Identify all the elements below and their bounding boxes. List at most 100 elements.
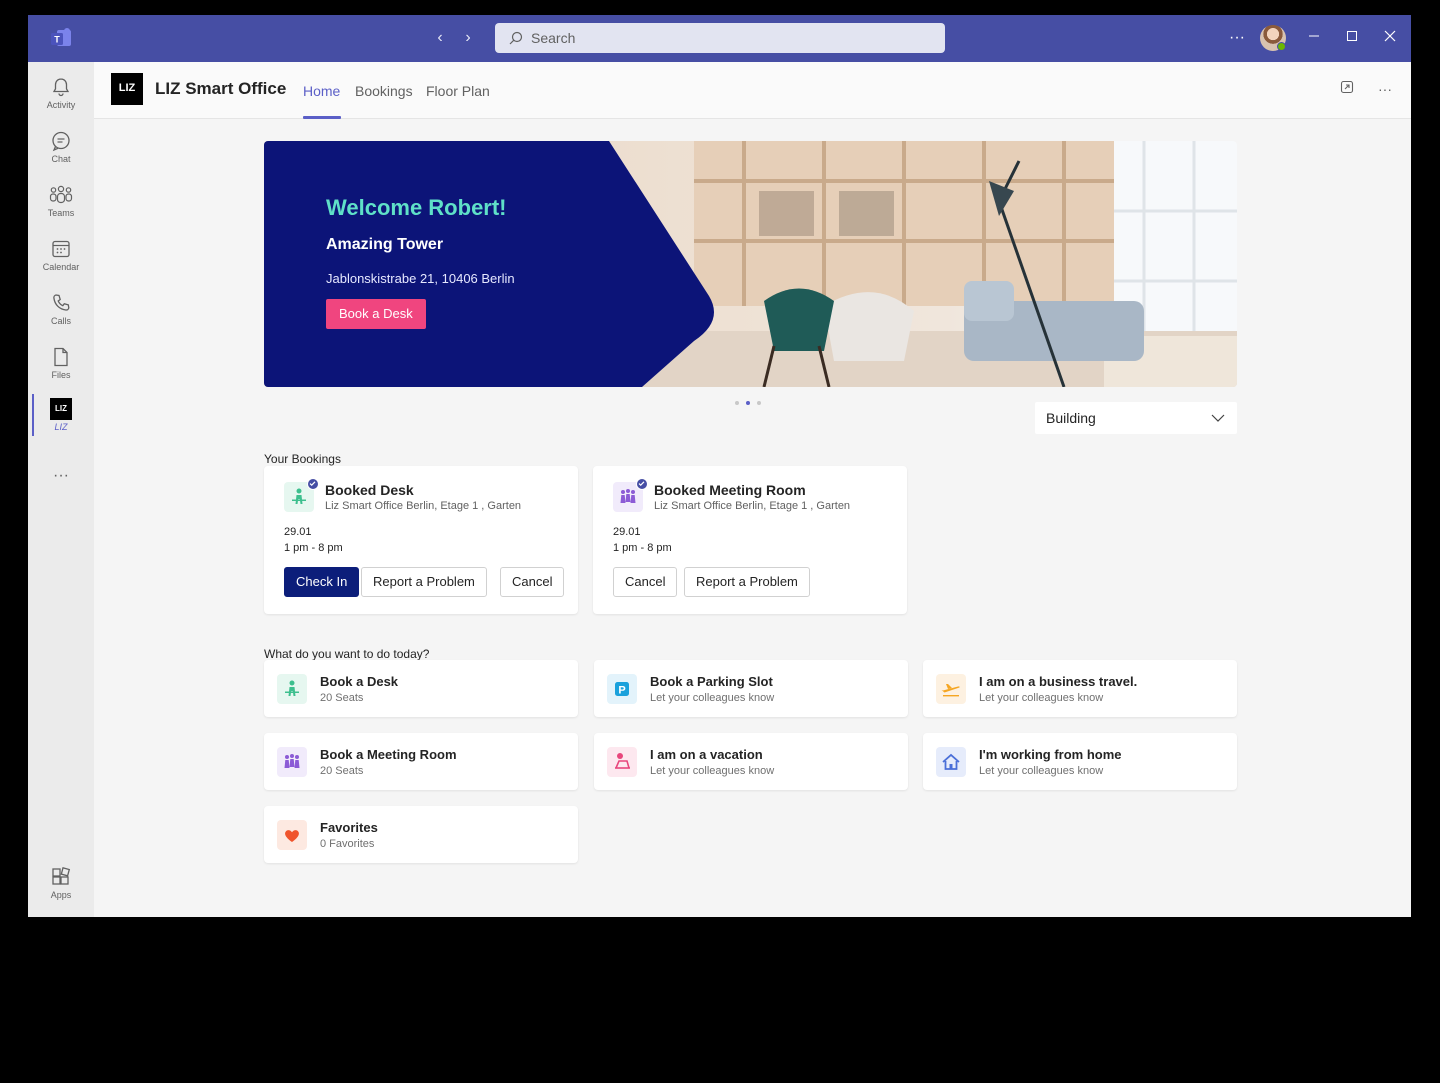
booking-time: 1 pm - 8 pm	[284, 542, 343, 554]
tab-floor-plan[interactable]: Floor Plan	[426, 83, 490, 99]
rail-item-label: Chat	[51, 154, 71, 164]
booking-location: Liz Smart Office Berlin, Etage 1 , Garte…	[654, 500, 851, 512]
action-subtitle: 0 Favorites	[320, 838, 375, 850]
action-working-from-home[interactable]: I'm working from home Let your colleague…	[923, 733, 1237, 790]
close-icon[interactable]	[1379, 27, 1401, 49]
action-subtitle: Let your colleagues know	[979, 765, 1104, 777]
action-book-parking[interactable]: P Book a Parking Slot Let your colleague…	[594, 660, 908, 717]
action-title: Book a Parking Slot	[650, 674, 773, 689]
booking-location: Liz Smart Office Berlin, Etage 1 , Garte…	[325, 500, 522, 512]
carousel-dot[interactable]	[757, 401, 761, 405]
tab-home[interactable]: Home	[303, 83, 340, 99]
search-placeholder: Search	[531, 30, 576, 46]
parking-icon: P	[607, 674, 637, 704]
search-input[interactable]: Search	[495, 23, 945, 53]
welcome-banner: Welcome Robert! Amazing Tower Jablonskis…	[264, 141, 1237, 387]
more-options-icon[interactable]: ···	[1226, 27, 1248, 49]
action-book-meeting-room[interactable]: Book a Meeting Room 20 Seats	[264, 733, 578, 790]
desk-person-icon	[277, 674, 307, 704]
rail-item-files[interactable]: Files	[28, 342, 94, 394]
more-options-icon[interactable]: ···	[1376, 80, 1394, 98]
maximize-icon[interactable]	[1341, 27, 1363, 49]
rail-item-apps[interactable]: Apps	[28, 862, 94, 914]
rail-item-teams[interactable]: Teams	[28, 180, 94, 232]
airplane-icon	[936, 674, 966, 704]
app-header: LIZ LIZ Smart Office Home Bookings Floor…	[94, 62, 1411, 119]
teams-people-icon	[49, 185, 73, 204]
meeting-room-icon	[277, 747, 307, 777]
carousel-dot[interactable]	[735, 401, 739, 405]
rail-item-calls[interactable]: Calls	[28, 288, 94, 340]
checkmark-badge-icon	[307, 478, 319, 490]
title-bar: T ‹ › Search ···	[28, 15, 1411, 62]
building-name: Amazing Tower	[326, 236, 444, 253]
teams-logo-icon[interactable]: T	[50, 28, 72, 48]
rail-item-activity[interactable]: Activity	[28, 72, 94, 124]
action-subtitle: Let your colleagues know	[650, 765, 775, 777]
rail-item-liz[interactable]: LIZ LIZ	[28, 394, 94, 446]
banner-panel	[264, 141, 714, 387]
rail-item-label: LIZ	[54, 422, 68, 432]
booking-time: 1 pm - 8 pm	[613, 542, 672, 554]
rail-item-label: Calls	[50, 316, 71, 326]
booked-meeting-room-card: Booked Meeting Room Liz Smart Office Ber…	[593, 466, 907, 614]
booked-desk-card: Booked Desk Liz Smart Office Berlin, Eta…	[264, 466, 578, 614]
building-dropdown[interactable]: Building	[1035, 402, 1237, 434]
rail-item-calendar[interactable]: Calendar	[28, 234, 94, 286]
action-favorites[interactable]: Favorites 0 Favorites	[264, 806, 578, 863]
action-business-travel[interactable]: I am on a business travel. Let your coll…	[923, 660, 1237, 717]
building-dropdown-value: Building	[1046, 410, 1096, 426]
cancel-button[interactable]: Cancel	[500, 567, 565, 597]
carousel-dot[interactable]	[746, 401, 750, 405]
heart-icon	[277, 820, 307, 850]
tab-bookings[interactable]: Bookings	[355, 83, 413, 99]
action-title: Book a Desk	[320, 674, 399, 689]
teams-window: T ‹ › Search ··· Activity Chat Teams Cal…	[28, 15, 1411, 917]
presence-available-icon	[1277, 42, 1286, 51]
svg-text:T: T	[54, 35, 60, 45]
home-content: Welcome Robert! Amazing Tower Jablonskis…	[94, 119, 1411, 917]
rail-item-label: Activity	[46, 100, 76, 110]
report-problem-button[interactable]: Report a Problem	[684, 567, 810, 597]
bell-icon	[52, 78, 70, 97]
action-subtitle: 20 Seats	[320, 765, 364, 777]
app-rail: Activity Chat Teams Calendar Calls Files…	[28, 62, 94, 917]
rail-item-label: Apps	[50, 890, 72, 900]
action-title: I am on a business travel.	[979, 674, 1138, 689]
liz-logo: LIZ	[111, 73, 143, 105]
action-title: Favorites	[320, 820, 378, 835]
action-subtitle: 20 Seats	[320, 692, 364, 704]
apps-grid-icon	[52, 867, 71, 885]
chat-icon	[52, 131, 70, 152]
welcome-heading: Welcome Robert!	[326, 195, 507, 220]
action-subtitle: Let your colleagues know	[979, 692, 1104, 704]
your-bookings-heading: Your Bookings	[264, 452, 341, 466]
minimize-icon[interactable]	[1303, 27, 1325, 49]
rail-item-label: Files	[51, 370, 71, 380]
rail-item-chat[interactable]: Chat	[28, 126, 94, 178]
forward-arrow-icon[interactable]: ›	[458, 28, 478, 48]
rail-item-label: Calendar	[42, 262, 80, 272]
chevron-down-icon	[1211, 414, 1225, 422]
check-in-button[interactable]: Check In	[284, 567, 360, 597]
booking-title: Booked Meeting Room	[654, 482, 806, 498]
building-address: Jablonskistrabe 21, 10406 Berlin	[326, 271, 515, 286]
rail-item-label: Teams	[47, 208, 75, 218]
action-title: I am on a vacation	[650, 747, 763, 762]
book-desk-button[interactable]: Book a Desk	[326, 299, 426, 329]
liz-app-icon: LIZ	[50, 398, 72, 420]
booking-title: Booked Desk	[325, 482, 414, 498]
cancel-button[interactable]: Cancel	[613, 567, 678, 597]
calendar-icon	[52, 240, 70, 258]
back-arrow-icon[interactable]: ‹	[430, 28, 450, 48]
beach-chair-icon	[607, 747, 637, 777]
phone-icon	[53, 294, 70, 311]
pop-out-icon[interactable]	[1338, 80, 1356, 98]
booking-date: 29.01	[284, 526, 312, 538]
checkmark-badge-icon	[636, 478, 648, 490]
report-problem-button[interactable]: Report a Problem	[361, 567, 487, 597]
action-book-desk[interactable]: Book a Desk 20 Seats	[264, 660, 578, 717]
rail-more-apps-icon[interactable]: ···	[28, 462, 94, 514]
action-vacation[interactable]: I am on a vacation Let your colleagues k…	[594, 733, 908, 790]
action-subtitle: Let your colleagues know	[650, 692, 775, 704]
